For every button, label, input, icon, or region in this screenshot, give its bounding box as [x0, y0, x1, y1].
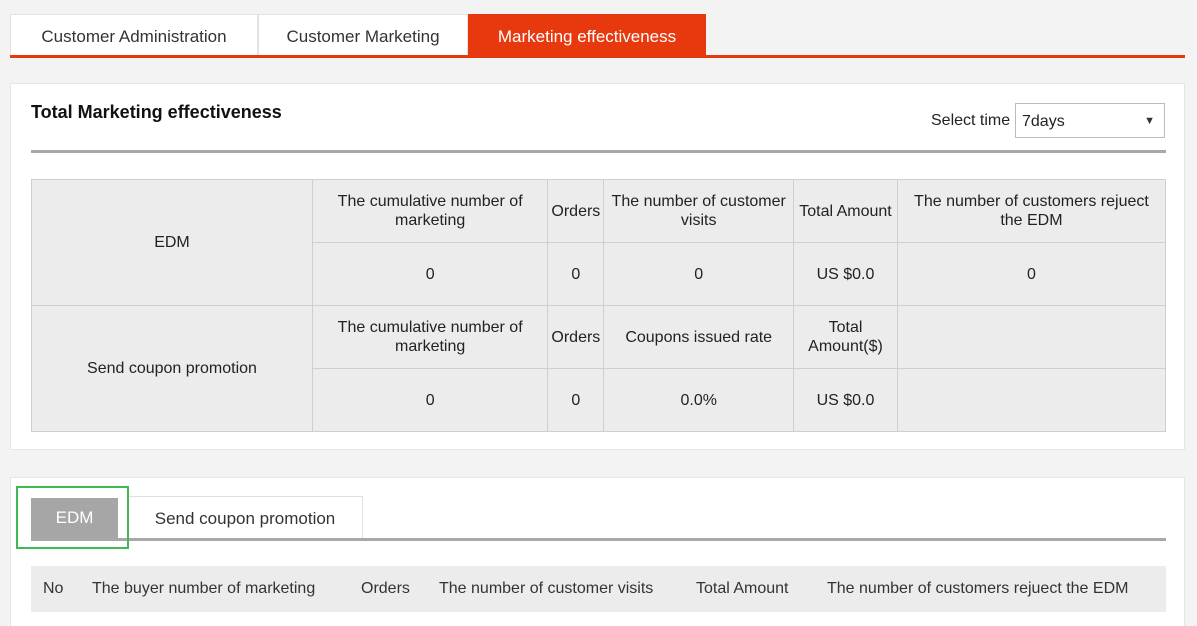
edm-row-label: EDM [31, 179, 313, 306]
table-cell: 0 [603, 242, 795, 306]
total-marketing-panel: Total Marketing effectiveness Select tim… [10, 83, 1185, 450]
table-row: Send coupon promotion The cumulative num… [31, 305, 1167, 432]
column-header-reject-edm: The number of customers rejuect the EDM [827, 580, 1129, 597]
table-header-cell [896, 305, 1167, 369]
table-header-cell: The cumulative number of marketing [311, 179, 549, 243]
tab-edm[interactable]: EDM [31, 498, 118, 538]
table-header-cell: The number of customers rejuect the EDM [896, 179, 1167, 243]
detail-tab-bar: EDM Send coupon promotion [31, 496, 1166, 541]
table-cell: 0 [311, 368, 549, 432]
table-cell: 0 [311, 242, 549, 306]
detail-panel: EDM Send coupon promotion No The buyer n… [10, 477, 1185, 626]
time-range-value: 7days [1022, 113, 1065, 130]
table-header-cell: Coupons issued rate [603, 305, 795, 369]
table-cell: 0 [896, 242, 1167, 306]
table-cell: 0.0% [603, 368, 795, 432]
table-header-cell: Total Amount($) [793, 305, 898, 369]
column-header-total-amount: Total Amount [696, 580, 789, 597]
divider [31, 150, 1166, 153]
tab-send-coupon-promotion[interactable]: Send coupon promotion [127, 496, 363, 538]
table-header-cell: Total Amount [793, 179, 898, 243]
coupon-row-label: Send coupon promotion [31, 305, 313, 432]
main-tab-bar: Customer Administration Customer Marketi… [10, 14, 1185, 58]
table-header-cell: Orders [547, 179, 605, 243]
table-cell: 0 [547, 242, 605, 306]
select-time-label: Select time [931, 112, 1011, 129]
table-cell [896, 368, 1167, 432]
column-header-orders: Orders [361, 580, 410, 597]
table-row: EDM The cumulative number of marketing O… [31, 179, 1167, 306]
panel-title: Total Marketing effectiveness [31, 102, 282, 122]
column-header-customer-visits: The number of customer visits [439, 580, 654, 597]
column-header-no: No [43, 580, 64, 597]
column-header-buyer-number: The buyer number of marketing [92, 580, 316, 597]
table-header-cell: The cumulative number of marketing [311, 305, 549, 369]
table-cell: US $0.0 [793, 368, 898, 432]
dropdown-arrow-icon: ▼ [1144, 115, 1155, 127]
table-header-cell: The number of customer visits [603, 179, 795, 243]
detail-table-header: No The buyer number of marketing Orders … [31, 566, 1166, 612]
table-cell: US $0.0 [793, 242, 898, 306]
summary-table: EDM The cumulative number of marketing O… [31, 179, 1167, 432]
table-header-cell: Orders [547, 305, 605, 369]
tab-marketing-effectiveness[interactable]: Marketing effectiveness [468, 14, 706, 55]
time-range-select[interactable]: 7days ▼ [1015, 103, 1165, 138]
tab-customer-administration[interactable]: Customer Administration [10, 14, 258, 55]
table-cell: 0 [547, 368, 605, 432]
tab-customer-marketing[interactable]: Customer Marketing [258, 14, 468, 55]
